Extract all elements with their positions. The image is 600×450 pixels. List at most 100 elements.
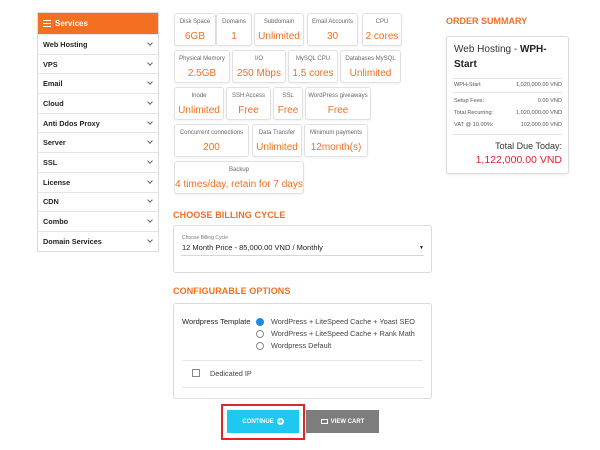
dedicated-ip-label[interactable]: Dedicated IP	[210, 369, 252, 378]
sidebar-item-label: Domain Services	[43, 236, 102, 246]
spec-physical-memory: Physical Memory 2.5GB	[174, 50, 230, 83]
arrow-right-icon: ➔	[276, 418, 284, 425]
spec-value: Free	[327, 105, 349, 116]
sidebar-item-label: Anti Ddos Proxy	[43, 118, 100, 128]
sidebar-item-email[interactable]: Email	[38, 73, 158, 93]
line-item-value: 1,020,000.00 VND	[515, 82, 562, 88]
sidebar-item-label: Server	[43, 138, 66, 148]
configurable-options-box: Wordpress Template WordPress + LiteSpeed…	[173, 303, 432, 399]
config-section-title: CONFIGURABLE OPTIONS	[173, 286, 291, 296]
sidebar-item-label: Web Hosting	[43, 39, 88, 49]
spec-minimum-payments: Minimum payments 12month(s)	[304, 124, 368, 157]
chevron-down-icon	[147, 197, 153, 204]
sidebar-item-cloud[interactable]: Cloud	[38, 93, 158, 113]
billing-cycle-select[interactable]: 12 Month Price - 85,000.00 VND / Monthly	[182, 243, 323, 252]
spec-value: Free	[238, 105, 259, 116]
sidebar-header-label: Services	[55, 19, 88, 28]
setup-fees-label: Setup Fees:	[454, 98, 485, 104]
spec-backup: Backup 4 times/day, retain for 7 days	[174, 161, 304, 194]
sidebar-item-cdn[interactable]: CDN	[38, 191, 158, 212]
caret-down-icon[interactable]: ▼	[419, 245, 424, 251]
sidebar-item-label: Email	[43, 79, 63, 89]
spec-label: Data Transfer	[258, 130, 296, 136]
chevron-down-icon	[147, 99, 153, 105]
vat-value: 102,000.00 VND	[520, 122, 562, 128]
sidebar-item-domain-services[interactable]: Domain Services	[38, 230, 158, 251]
divider	[453, 134, 562, 135]
select-underline	[181, 255, 424, 256]
template-option-default[interactable]: Wordpress Default	[256, 341, 331, 350]
chevron-down-icon	[147, 40, 153, 46]
spec-value: 200	[203, 142, 220, 153]
cart-icon	[320, 419, 328, 424]
view-cart-button[interactable]: VIEW CART	[306, 410, 379, 433]
sidebar-item-ssl[interactable]: SSL	[38, 152, 158, 172]
spec-value: 6GB	[184, 31, 205, 42]
spec-value: 1.5 cores	[292, 68, 334, 79]
template-option-yoast[interactable]: WordPress + LiteSpeed Cache + Yoast SEO	[256, 317, 415, 326]
spec-inode: Inode Unlimited	[174, 87, 224, 120]
spec-value: Unlimited	[349, 68, 392, 79]
view-cart-label: VIEW CART	[330, 418, 365, 425]
spec-label: SSH Access	[231, 93, 265, 99]
total-due-label: Total Due Today:	[495, 141, 562, 151]
spec-value: 30	[326, 31, 339, 42]
spec-label: Databases MySQL	[345, 56, 396, 62]
spec-value: 2 cores	[365, 31, 399, 42]
spec-label: Inode	[191, 93, 207, 99]
radio-icon[interactable]	[256, 329, 264, 338]
chevron-down-icon	[147, 138, 153, 145]
spec-label: Concurrent connections	[179, 130, 244, 136]
radio-icon[interactable]	[256, 341, 264, 350]
spec-value: 250 Mbps	[237, 68, 281, 79]
order-summary-box: Web Hosting - WPH-Start WPH-Start 1,020,0…	[446, 36, 569, 174]
divider	[182, 387, 423, 388]
setup-fees-row: Setup Fees: 0.00 VND	[454, 98, 562, 104]
vat-row: VAT @ 10.00%: 102,000.00 VND	[454, 122, 562, 128]
spec-label: Physical Memory	[179, 56, 225, 62]
spec-value: Unlimited	[178, 105, 220, 116]
sidebar-item-license[interactable]: License	[38, 171, 158, 192]
chevron-down-icon	[147, 158, 153, 164]
spec-label: Domains	[222, 19, 246, 25]
spec-value: Unlimited	[258, 31, 300, 42]
product-title: Web Hosting - WPH-Start	[454, 42, 566, 72]
spec-label: Disk Space	[179, 19, 211, 25]
spec-label: Subdomain	[263, 19, 295, 25]
recurring-row: Total Recurring: 1,020,000.00 VND	[454, 110, 562, 116]
spec-subdomain: Subdomain Unlimited	[254, 13, 304, 46]
billing-cycle-box: Choose Billing Cycle 12 Month Price - 85…	[173, 225, 432, 273]
spec-io: I/O 250 Mbps	[232, 50, 286, 83]
template-option-label: Wordpress Default	[271, 341, 332, 350]
spec-value: 12month(s)	[310, 142, 362, 153]
chevron-down-icon	[147, 177, 153, 184]
menu-icon	[43, 20, 51, 27]
template-option-label: WordPress + LiteSpeed Cache + Yoast SEO	[271, 317, 415, 326]
spec-email-accounts: Email Accounts 30	[307, 13, 358, 46]
billing-field-label: Choose Billing Cycle	[182, 235, 228, 241]
sidebar-header[interactable]: Services	[38, 13, 158, 34]
billing-section-title: CHOOSE BILLING CYCLE	[173, 210, 286, 220]
radio-selected-icon[interactable]	[256, 317, 264, 326]
spec-label: MySQL CPU	[295, 56, 331, 62]
dedicated-ip-checkbox[interactable]	[192, 369, 200, 377]
template-option-rank-math[interactable]: WordPress + LiteSpeed Cache + Rank Math	[256, 329, 415, 338]
sidebar-item-label: Cloud	[43, 98, 64, 108]
spec-value: Unlimited	[256, 142, 298, 153]
continue-button[interactable]: CONTINUE ➔	[227, 410, 299, 433]
sidebar-item-label: Combo	[43, 217, 69, 227]
sidebar-item-vps[interactable]: VPS	[38, 53, 158, 74]
chevron-down-icon	[147, 118, 153, 125]
vat-label: VAT @ 10.00%:	[454, 122, 494, 128]
chevron-down-icon	[147, 236, 153, 243]
sidebar-item-server[interactable]: Server	[38, 132, 158, 152]
spec-label: Minimum payments	[309, 130, 362, 136]
template-label: Wordpress Template	[182, 317, 251, 326]
sidebar-item-anti-ddos-proxy[interactable]: Anti Ddos Proxy	[38, 112, 158, 133]
sidebar-item-combo[interactable]: Combo	[38, 211, 158, 231]
sidebar-item-web-hosting[interactable]: Web Hosting	[38, 34, 158, 54]
setup-fees-value: 0.00 VND	[537, 98, 562, 104]
spec-label: CPU	[375, 19, 389, 25]
spec-value: 2.5GB	[187, 68, 217, 79]
spec-domains: Domains 1	[216, 13, 252, 46]
